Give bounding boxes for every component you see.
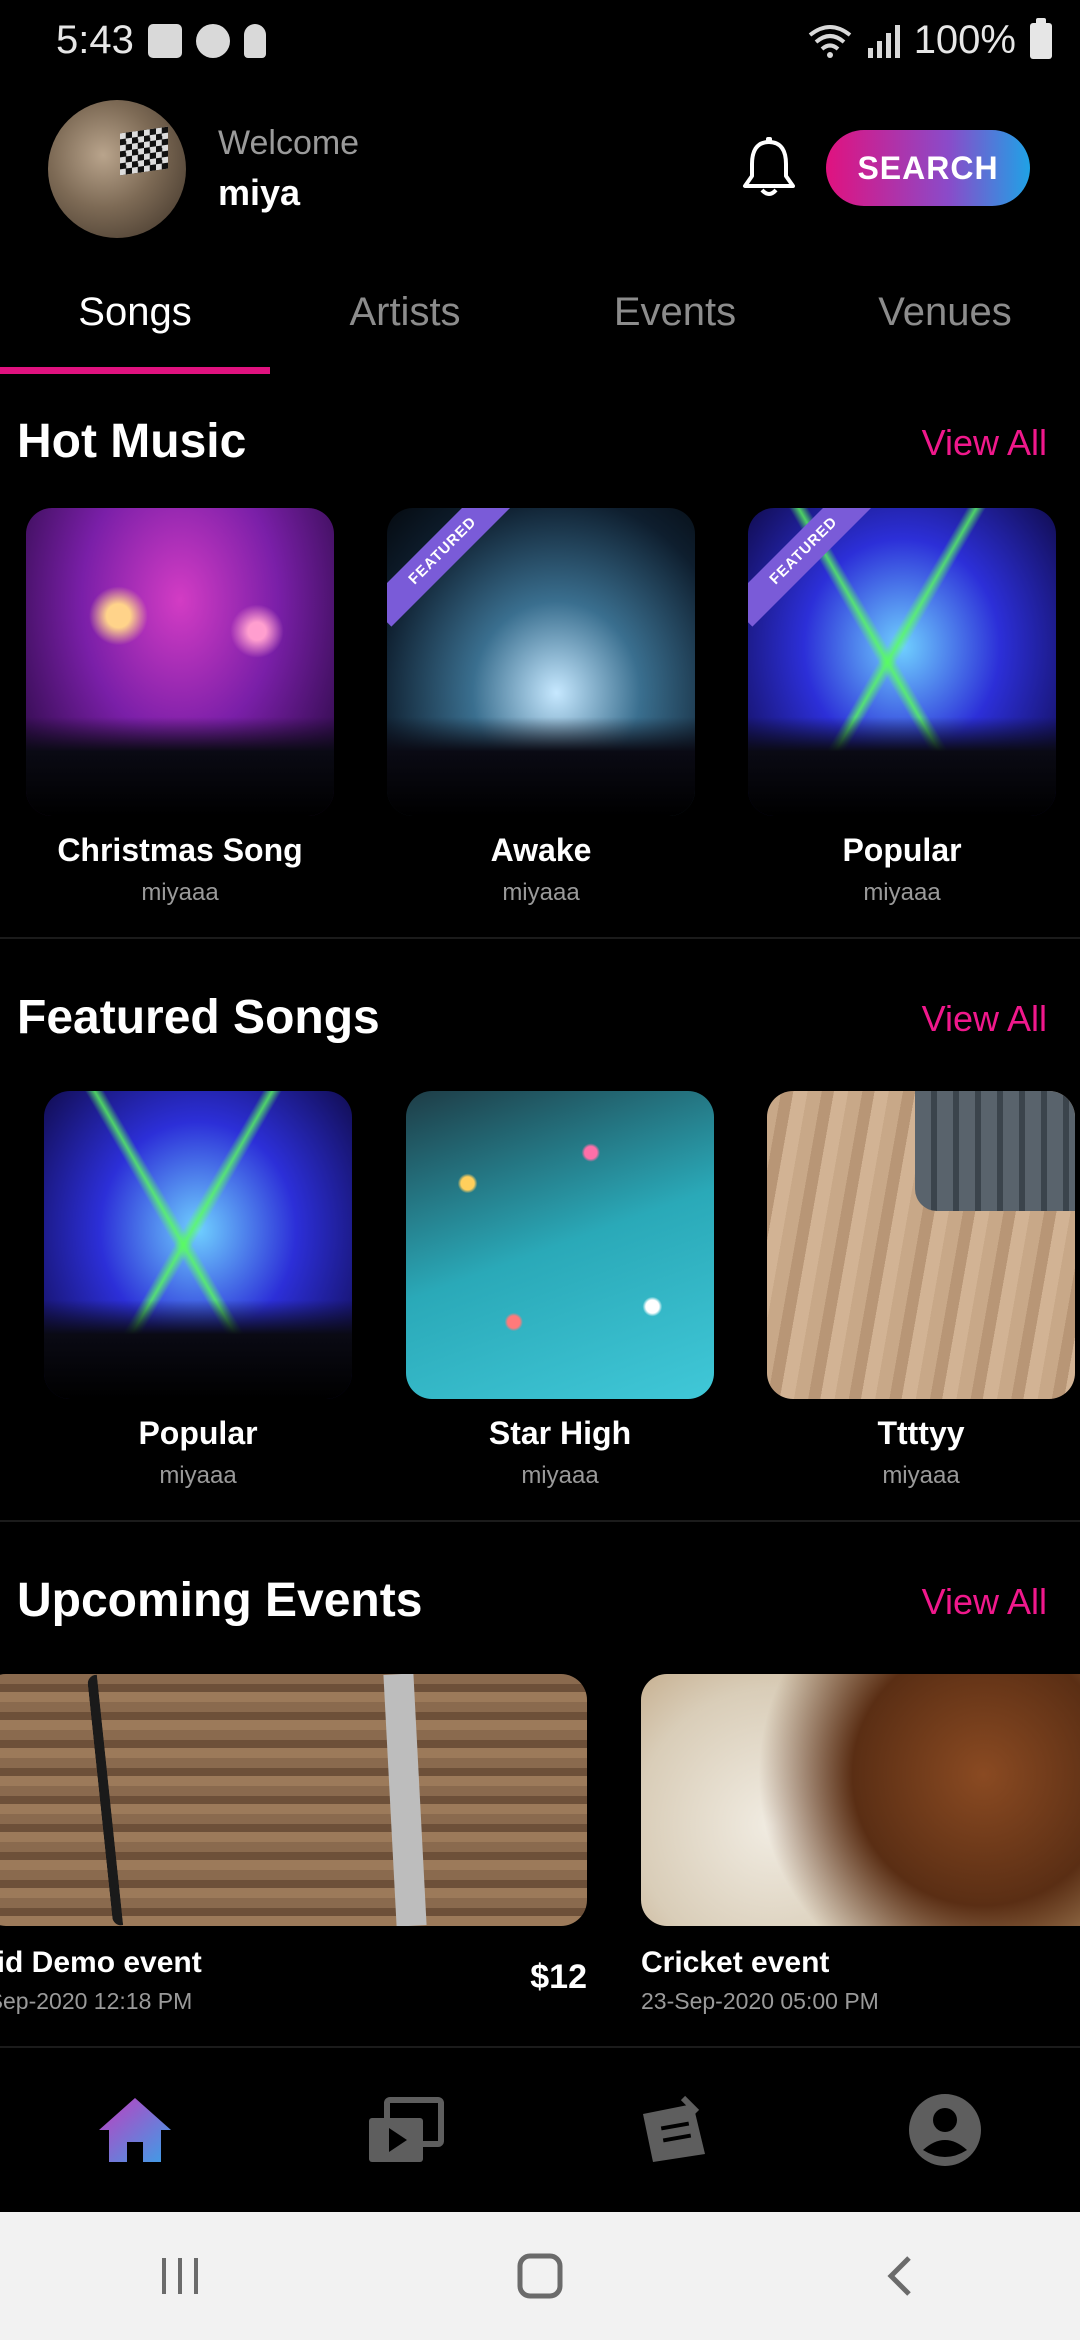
nav-videos[interactable]	[270, 2048, 540, 2212]
featured-songs-view-all[interactable]: View All	[922, 998, 1047, 1040]
song-title: Christmas Song	[57, 832, 303, 868]
song-card[interactable]: Christmas Song miyaaa	[26, 508, 334, 907]
event-price: $12	[530, 1958, 587, 1996]
video-library-icon	[369, 2097, 444, 2162]
gallery-icon	[148, 24, 182, 58]
section-divider	[0, 1520, 1080, 1522]
nav-home[interactable]	[0, 2048, 270, 2212]
home-square-icon	[517, 2253, 563, 2299]
song-artist: miyaaa	[521, 1462, 599, 1489]
song-cover	[44, 1091, 352, 1399]
event-date: -Sep-2020 12:18 PM	[0, 1988, 193, 2014]
upcoming-events-title: Upcoming Events	[17, 1574, 423, 1627]
song-artist: miyaaa	[863, 879, 941, 906]
event-card[interactable]: Cricket event 23-Sep-2020 05:00 PM	[641, 1674, 1080, 2015]
battery-icon	[1030, 17, 1052, 59]
event-name: aid Demo event	[0, 1946, 202, 1979]
song-artist: miyaaa	[159, 1462, 237, 1489]
tab-events[interactable]: Events	[540, 270, 810, 374]
song-cover	[26, 508, 334, 816]
song-cover: FEATURED	[387, 508, 695, 816]
song-cover	[767, 1091, 1075, 1399]
song-cover	[406, 1091, 714, 1399]
recent-apps-button[interactable]	[0, 2212, 360, 2340]
hot-music-title: Hot Music	[17, 415, 247, 468]
event-image	[0, 1674, 587, 1926]
song-card[interactable]: FEATURED Awake miyaaa	[387, 508, 695, 907]
song-artist: miyaaa	[882, 1462, 960, 1489]
tickets-icon	[643, 2095, 705, 2162]
system-nav-bar	[0, 2212, 1080, 2340]
featured-ribbon: FEATURED	[387, 508, 519, 627]
status-bar: 5:43 100%	[0, 0, 1080, 84]
song-title: Ttttyy	[877, 1415, 965, 1451]
featured-songs-title: Featured Songs	[17, 991, 380, 1044]
back-icon	[887, 2256, 911, 2296]
tab-venues[interactable]: Venues	[810, 270, 1080, 374]
song-title: Star High	[488, 1415, 632, 1451]
song-card[interactable]: Ttttyy miyaaa	[767, 1091, 1075, 1490]
song-card[interactable]: Star High miyaaa	[406, 1091, 714, 1490]
home-button[interactable]	[360, 2212, 720, 2340]
status-time: 5:43	[56, 18, 134, 62]
section-divider	[0, 937, 1080, 939]
upcoming-events-view-all[interactable]: View All	[922, 1581, 1047, 1623]
event-date: 23-Sep-2020 05:00 PM	[641, 1988, 879, 2014]
event-image	[641, 1674, 1080, 1926]
event-name: Cricket event	[641, 1946, 830, 1979]
song-cover: FEATURED	[748, 508, 1056, 816]
back-button[interactable]	[720, 2212, 1080, 2340]
username: miya	[218, 172, 301, 213]
tab-artists[interactable]: Artists	[270, 270, 540, 374]
bell-icon[interactable]	[740, 136, 798, 200]
profile-icon	[909, 2094, 981, 2166]
battery-percent: 100%	[913, 18, 1016, 62]
song-title: Awake	[490, 832, 592, 868]
featured-ribbon: FEATURED	[748, 508, 880, 627]
category-tabs: Songs Artists Events Venues	[0, 270, 1080, 374]
nav-tickets[interactable]	[540, 2048, 810, 2212]
event-card[interactable]: aid Demo event -Sep-2020 12:18 PM $12	[0, 1674, 587, 2015]
song-title: Popular	[138, 1415, 258, 1451]
song-artist: miyaaa	[141, 879, 219, 906]
facebook-icon	[196, 24, 230, 58]
avatar[interactable]	[48, 100, 186, 238]
song-card[interactable]: FEATURED Popular miyaaa	[748, 508, 1056, 907]
song-artist: miyaaa	[502, 879, 580, 906]
song-card[interactable]: Popular miyaaa	[44, 1091, 352, 1490]
bottom-nav	[0, 2048, 1080, 2212]
song-title: Popular	[842, 832, 962, 868]
person-icon	[244, 24, 266, 58]
tab-songs[interactable]: Songs	[0, 270, 270, 374]
recent-apps-icon	[162, 2258, 198, 2294]
nav-profile[interactable]	[810, 2048, 1080, 2212]
signal-icon	[867, 24, 900, 58]
hot-music-view-all[interactable]: View All	[922, 422, 1047, 464]
wifi-icon	[808, 24, 851, 58]
welcome-label: Welcome	[218, 124, 360, 162]
search-button[interactable]: SEARCH	[826, 130, 1030, 206]
home-icon	[99, 2098, 171, 2162]
